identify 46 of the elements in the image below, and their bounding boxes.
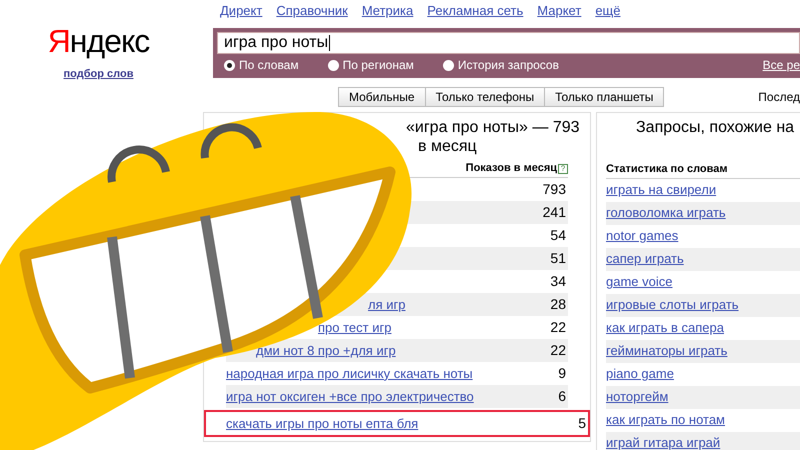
keyword-link[interactable]: ля игр — [368, 294, 406, 314]
device-tab[interactable]: Мобильные — [338, 87, 426, 107]
impressions-count: 6 — [558, 387, 566, 406]
nav-link[interactable]: ещё — [595, 1, 620, 21]
all-regions-link[interactable]: Все ре — [762, 56, 800, 74]
impressions-count: 34 — [550, 272, 566, 291]
impressions-count: 28 — [550, 295, 566, 314]
impressions-count: 22 — [550, 341, 566, 360]
impressions-count: 5 — [578, 414, 586, 433]
column-header: Статистика по словам — [606, 162, 728, 177]
keyword-link[interactable]: игра нот оксиген +все про электричество — [226, 386, 474, 406]
nav-link[interactable]: Справочник — [276, 1, 348, 21]
nav-link[interactable]: Рекламная сеть — [427, 1, 524, 21]
panel-title: в месяц — [417, 137, 478, 156]
panel-title: «игра про ноты» — 793 — [406, 118, 581, 137]
nav-link[interactable]: Метрика — [362, 1, 414, 21]
device-tab[interactable]: Только планшеты — [544, 87, 664, 107]
column-header: Показов в месяц — [466, 161, 557, 176]
yandex-logo[interactable]: Яндекс — [48, 22, 150, 60]
keyword-link[interactable]: piano game — [606, 364, 674, 384]
panel-title: Запросы, похожие на — [636, 119, 794, 136]
keyword-link[interactable]: как играть по нотам — [606, 410, 725, 430]
keyword-link[interactable]: как играть в сапера — [606, 318, 724, 338]
impressions-count: 51 — [550, 249, 566, 268]
help-icon[interactable]: ? — [558, 164, 568, 174]
keyword-link[interactable]: notor games — [606, 226, 678, 246]
nav-link[interactable]: Маркет — [537, 1, 582, 21]
word-selection-link[interactable]: подбор слов — [64, 66, 134, 82]
device-tab[interactable]: Только телефоны — [424, 87, 546, 107]
keyword-link[interactable]: game voice — [606, 272, 672, 292]
keyword-link[interactable]: играть на свирели — [606, 180, 716, 200]
period-label: Послед — [758, 89, 800, 106]
mode-radio[interactable]: История запросов — [442, 56, 559, 74]
keyword-link[interactable]: про тест игр — [318, 318, 392, 338]
mode-radio[interactable]: По регионам — [328, 56, 414, 74]
impressions-count: 793 — [542, 180, 566, 199]
mode-radio[interactable]: По словам — [224, 56, 299, 74]
nav-link[interactable]: Директ — [220, 1, 262, 21]
impressions-count: 54 — [550, 226, 566, 245]
keyword-link[interactable]: дми нот 8 про +для игр — [256, 340, 396, 360]
keyword-link[interactable]: народная игра про лисичку скачать ноты — [226, 364, 473, 384]
impressions-count: 9 — [558, 364, 566, 383]
impressions-count: 241 — [542, 203, 566, 222]
impressions-count: 22 — [550, 318, 566, 337]
keyword-link[interactable]: скачать игры про ноты епта бля — [226, 414, 418, 434]
search-field[interactable]: игра про ноты — [217, 32, 800, 54]
